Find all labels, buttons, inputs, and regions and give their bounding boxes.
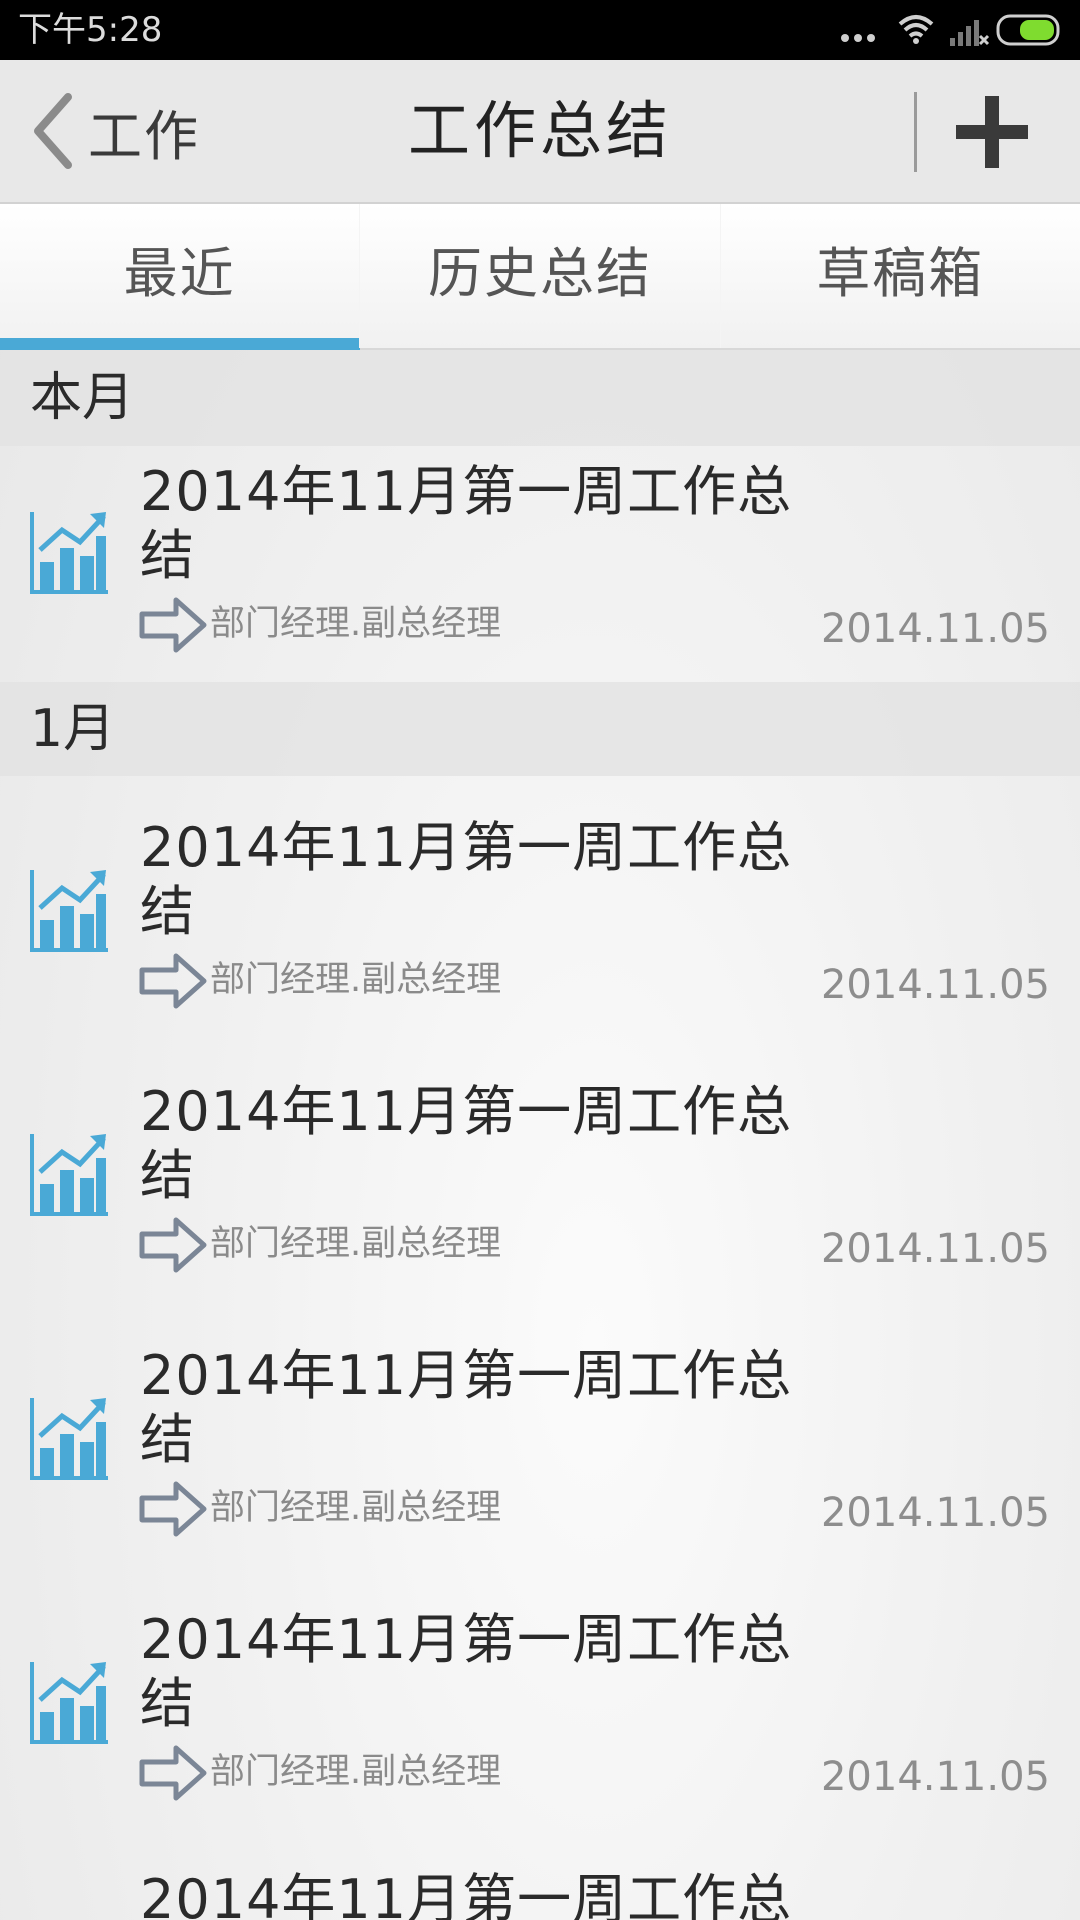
item-recipients: 部门经理.副总经理 (210, 960, 502, 1000)
item-date: 2014.11.05 (820, 962, 1050, 1008)
item-title: 2014年11月第一周工作总 (140, 1868, 800, 1920)
chevron-left-icon (34, 93, 72, 169)
tab-history[interactable]: 历史总结 (359, 204, 719, 348)
status-icons (834, 10, 1064, 50)
forward-arrow-icon (139, 1217, 207, 1273)
chart-icon (30, 512, 108, 594)
tab-bar: 最近 历史总结 草稿箱 (0, 204, 1080, 350)
item-title: 2014年11月第一周工作总 结 (140, 816, 800, 944)
chart-icon (30, 870, 108, 952)
item-title-line: 结 (140, 1672, 195, 1735)
forward-arrow-icon (139, 1745, 207, 1801)
tab-active-indicator (0, 338, 360, 350)
list-item[interactable]: 2014年11月第一周工作总 结 部门经理.副总经理 2014.11.05 (0, 1568, 1080, 1832)
item-title-line: 2014年11月第一周工作总 (140, 460, 793, 523)
item-recipients: 部门经理.副总经理 (210, 1488, 502, 1528)
app-header: 工作 工作总结 (0, 60, 1080, 204)
item-title: 2014年11月第一周工作总 结 (140, 460, 800, 588)
section-header: 本月 (0, 350, 1080, 446)
item-date: 2014.11.05 (820, 1490, 1050, 1536)
item-title-line: 2014年11月第一周工作总 (140, 1868, 793, 1920)
item-title-line: 结 (140, 880, 195, 943)
signal-no-service-icon (950, 20, 990, 46)
add-button[interactable] (950, 90, 1036, 176)
chart-icon (30, 1134, 108, 1216)
tab-drafts[interactable]: 草稿箱 (719, 204, 1080, 348)
forward-arrow-icon (139, 1481, 207, 1537)
list-item[interactable]: 2014年11月第一周工作总 结 部门经理.副总经理 2014.11.05 (0, 446, 1080, 682)
plus-icon (956, 96, 1028, 168)
section-header: 1月 (0, 682, 1080, 776)
header-divider (914, 92, 917, 172)
item-title-line: 2014年11月第一周工作总 (140, 1080, 793, 1143)
item-title-line: 2014年11月第一周工作总 (140, 1608, 793, 1671)
item-date: 2014.11.05 (820, 1754, 1050, 1800)
battery-charging-icon (996, 14, 1060, 46)
tab-recent-label: 最近 (123, 242, 236, 305)
item-recipients: 部门经理.副总经理 (210, 1752, 502, 1792)
chart-icon (30, 1398, 108, 1480)
tab-drafts-label: 草稿箱 (816, 242, 985, 305)
list-item[interactable]: 2014年11月第一周工作总 结 部门经理.副总经理 2014.11.05 (0, 1304, 1080, 1568)
tab-recent[interactable]: 最近 (0, 204, 360, 350)
item-title-line: 结 (140, 524, 195, 587)
status-time: 下午5:28 (18, 10, 163, 50)
back-label: 工作 (88, 104, 200, 168)
list-item[interactable]: 2014年11月第一周工作总 (0, 1832, 1080, 1920)
item-title-line: 结 (140, 1144, 195, 1207)
list-item[interactable]: 2014年11月第一周工作总 结 部门经理.副总经理 2014.11.05 (0, 776, 1080, 1040)
item-title: 2014年11月第一周工作总 结 (140, 1080, 800, 1208)
back-button[interactable]: 工作 (30, 90, 200, 172)
item-recipients: 部门经理.副总经理 (210, 1224, 502, 1264)
tab-history-label: 历史总结 (427, 242, 652, 305)
item-title-line: 结 (140, 1408, 195, 1471)
item-recipients: 部门经理.副总经理 (210, 604, 502, 644)
chart-icon (30, 1662, 108, 1744)
more-dots-icon (841, 34, 875, 42)
item-title-line: 2014年11月第一周工作总 (140, 1344, 793, 1407)
item-title: 2014年11月第一周工作总 结 (140, 1608, 800, 1736)
wifi-icon (898, 15, 934, 44)
item-date: 2014.11.05 (820, 606, 1050, 652)
item-date: 2014.11.05 (820, 1226, 1050, 1272)
item-title-line: 2014年11月第一周工作总 (140, 816, 793, 879)
list-item[interactable]: 2014年11月第一周工作总 结 部门经理.副总经理 2014.11.05 (0, 1040, 1080, 1304)
item-title: 2014年11月第一周工作总 结 (140, 1344, 800, 1472)
forward-arrow-icon (139, 597, 207, 653)
forward-arrow-icon (139, 953, 207, 1009)
status-bar: 下午5:28 (0, 0, 1080, 60)
